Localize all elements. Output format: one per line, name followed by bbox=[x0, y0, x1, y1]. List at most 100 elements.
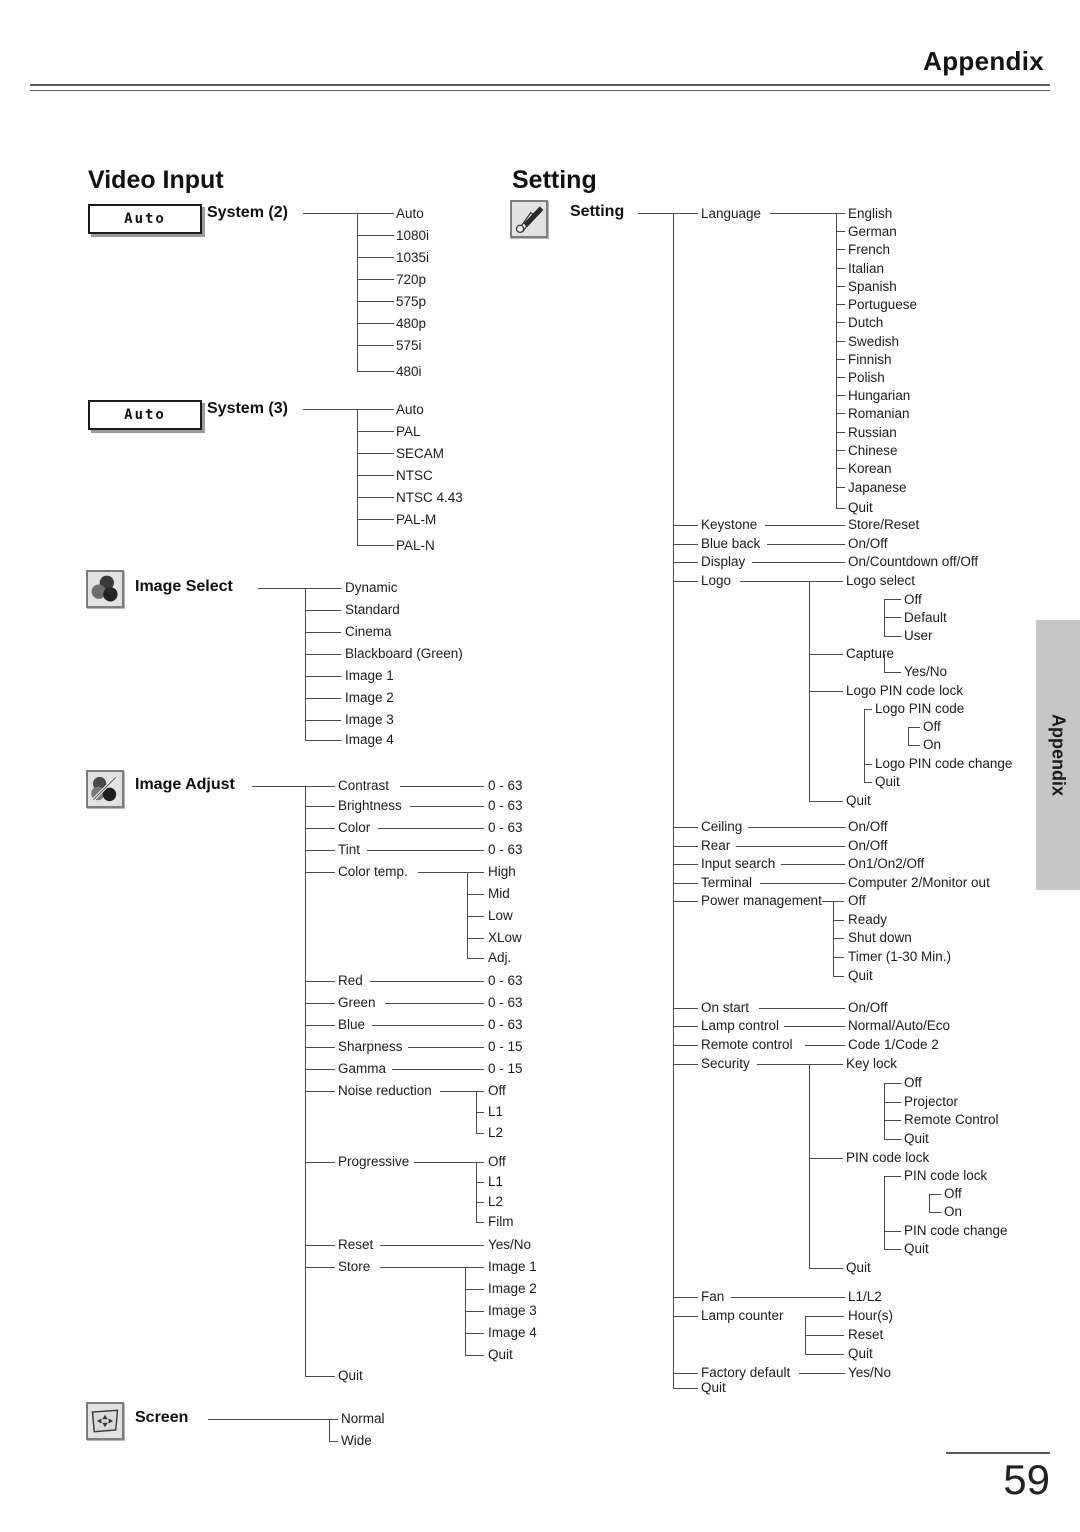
image-adjust-stem bbox=[252, 786, 306, 787]
screen-icon bbox=[86, 1402, 124, 1440]
side-tab-label: Appendix bbox=[1048, 713, 1069, 797]
security-child-label: Key lock bbox=[846, 1056, 898, 1071]
setting-item-label: Power management bbox=[701, 893, 822, 908]
system2-auto-button[interactable]: Auto bbox=[88, 204, 202, 234]
image-adjust-item-label: Red bbox=[338, 973, 363, 988]
image-adjust-item-label: Contrast bbox=[338, 778, 390, 793]
setting-item-label: Input search bbox=[701, 856, 776, 871]
setting-icon bbox=[510, 200, 548, 238]
power-mgmt-option: Shut down bbox=[848, 930, 912, 945]
setting-value-line bbox=[748, 827, 845, 828]
language-branch bbox=[836, 432, 845, 433]
progressive-spine bbox=[476, 1162, 477, 1222]
setting-item-value: On/Off bbox=[848, 536, 888, 551]
setting-item-value: Yes/No bbox=[848, 1365, 892, 1380]
system2-branch bbox=[357, 213, 394, 214]
section-title-setting: Setting bbox=[512, 166, 597, 194]
progressive-option: L2 bbox=[488, 1194, 504, 1209]
setting-item-label: Language bbox=[701, 206, 762, 221]
language-option: Dutch bbox=[848, 315, 884, 330]
logo-pin-code-branch bbox=[908, 727, 920, 728]
system2-option: 575i bbox=[396, 338, 422, 353]
screen-label: Screen bbox=[135, 1409, 189, 1426]
pin-lock-branch bbox=[884, 1249, 901, 1250]
setting-item-label: Ceiling bbox=[701, 819, 743, 834]
setting-item-label: Factory default bbox=[701, 1365, 791, 1380]
logo-child-label: Logo PIN code lock bbox=[846, 683, 964, 698]
setting-branch bbox=[673, 525, 698, 526]
system2-option: 480i bbox=[396, 364, 422, 379]
image-adjust-item-label: Progressive bbox=[338, 1154, 410, 1169]
logo-branch bbox=[809, 801, 843, 802]
image-adjust-branch bbox=[305, 1025, 335, 1026]
image-select-option: Cinema bbox=[345, 624, 392, 639]
store-branch bbox=[465, 1289, 484, 1290]
pin-code-lock-option: On bbox=[944, 1204, 963, 1219]
screen-option: Normal bbox=[341, 1411, 385, 1426]
language-branch bbox=[836, 468, 845, 469]
color-temp-branch bbox=[467, 916, 484, 917]
store-stem bbox=[380, 1267, 466, 1268]
pin-lock-branch bbox=[884, 1231, 901, 1232]
setting-value-line bbox=[731, 1297, 845, 1298]
screen-stem bbox=[208, 1419, 330, 1420]
pin-code-lock-option: Off bbox=[944, 1186, 962, 1201]
power-mgmt-option: Off bbox=[848, 893, 866, 908]
image-adjust-branch bbox=[305, 828, 335, 829]
logo-pin-spine bbox=[864, 709, 865, 782]
noise-reduction-branch bbox=[476, 1133, 484, 1134]
color-temp-option: Mid bbox=[488, 886, 510, 901]
system3-option: PAL-N bbox=[396, 538, 435, 553]
system3-branch bbox=[357, 431, 394, 432]
setting-branch bbox=[673, 1045, 698, 1046]
image-select-branch bbox=[305, 588, 341, 589]
logo-child-label: Quit bbox=[846, 793, 871, 808]
power-mgmt-branch bbox=[833, 957, 844, 958]
system3-branch bbox=[357, 475, 394, 476]
setting-branch bbox=[673, 1064, 698, 1065]
image-adjust-branch bbox=[305, 1376, 335, 1377]
language-option: Spanish bbox=[848, 279, 897, 294]
image-adjust-item-label: Quit bbox=[338, 1368, 363, 1383]
image-adjust-item-label: Color temp. bbox=[338, 864, 408, 879]
image-adjust-value-line bbox=[370, 981, 484, 982]
store-branch bbox=[465, 1333, 484, 1334]
key-lock-branch bbox=[884, 1120, 901, 1121]
setting-item-label: Lamp counter bbox=[701, 1308, 784, 1323]
setting-item-label: Keystone bbox=[701, 517, 758, 532]
color-temp-option: High bbox=[488, 864, 516, 879]
key-lock-branch bbox=[884, 1102, 901, 1103]
setting-item-value: On/Off bbox=[848, 838, 888, 853]
logo-pin-branch bbox=[864, 709, 872, 710]
logo-pin-child-label: Quit bbox=[875, 774, 900, 789]
image-adjust-item-label: Gamma bbox=[338, 1061, 387, 1076]
image-select-option: Image 2 bbox=[345, 690, 394, 705]
image-adjust-branch bbox=[305, 981, 335, 982]
logo-pin-code-branch bbox=[908, 745, 920, 746]
system2-option: 1035i bbox=[396, 250, 430, 265]
image-select-icon bbox=[86, 570, 124, 608]
setting-item-value: Code 1/Code 2 bbox=[848, 1037, 939, 1052]
system3-option: NTSC 4.43 bbox=[396, 490, 463, 505]
image-adjust-branch bbox=[305, 786, 335, 787]
image-adjust-item-label: Sharpness bbox=[338, 1039, 403, 1054]
image-adjust-branch bbox=[305, 1162, 335, 1163]
system2-branch bbox=[357, 235, 394, 236]
setting-item-value: On/Countdown off/Off bbox=[848, 554, 979, 569]
image-adjust-spine bbox=[305, 786, 306, 1376]
language-branch bbox=[836, 231, 845, 232]
pin-lock-branch bbox=[884, 1176, 901, 1177]
screen-spine bbox=[329, 1419, 330, 1441]
setting-item-label: Terminal bbox=[701, 875, 753, 890]
setting-item-label: Blue back bbox=[701, 536, 761, 551]
language-option: Portuguese bbox=[848, 297, 918, 312]
system3-auto-button[interactable]: Auto bbox=[88, 400, 202, 430]
system3-option: Auto bbox=[396, 402, 424, 417]
progressive-branch bbox=[476, 1162, 484, 1163]
language-option: Quit bbox=[848, 500, 873, 515]
security-stem bbox=[757, 1064, 810, 1065]
setting-value-line bbox=[784, 1026, 845, 1027]
image-adjust-item-value: 0 - 63 bbox=[488, 778, 523, 793]
logo-pin-child-label: Logo PIN code bbox=[875, 701, 965, 716]
key-lock-option: Off bbox=[904, 1075, 922, 1090]
